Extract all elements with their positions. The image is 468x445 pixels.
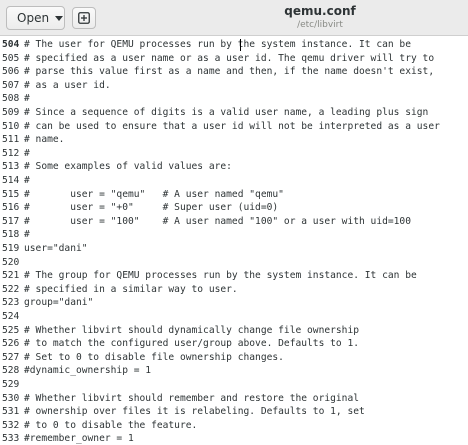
line-text: #: [24, 93, 30, 105]
line-number: 532: [2, 419, 20, 431]
plus-box-icon: [78, 12, 90, 24]
code-line[interactable]: 532 # to 0 to disable the feature.: [0, 419, 468, 433]
code-line[interactable]: 521 # The group for QEMU processes run by…: [0, 269, 468, 283]
code-line[interactable]: 533 #remember_owner = 1: [0, 432, 468, 445]
title-block: qemu.conf /etc/libvirt: [200, 4, 440, 31]
line-number: 528: [2, 365, 20, 377]
line-number: 505: [2, 52, 20, 64]
line-number: 524: [2, 311, 20, 322]
code-line[interactable]: 512 #: [0, 147, 468, 161]
code-line[interactable]: 523 group="dani": [0, 296, 468, 310]
line-number: 519: [2, 243, 20, 254]
chevron-down-icon: [55, 15, 64, 21]
line-text: # ownership over files it is relabeling.…: [24, 406, 365, 418]
line-number: 527: [2, 351, 20, 363]
code-line[interactable]: 526 # to match the configured user/group …: [0, 337, 468, 351]
line-text: #: [24, 147, 30, 159]
code-line[interactable]: 511 # name.: [0, 133, 468, 147]
code-line[interactable]: 529: [0, 378, 468, 392]
line-number: 520: [2, 256, 20, 268]
code-line[interactable]: 509 # Since a sequence of digits is a val…: [0, 106, 468, 120]
code-line[interactable]: 504 # The user for QEMU processes run by …: [0, 38, 468, 52]
line-text: #: [24, 229, 30, 241]
line-text: # parse this value first as a name and t…: [24, 66, 435, 78]
line-number: 508: [2, 93, 20, 105]
line-text: # name.: [24, 134, 65, 146]
line-text: # user = "+0" # Super user (uid=0): [24, 202, 279, 214]
header-bar: Open qemu.conf /etc/libvirt: [0, 0, 468, 36]
gedit-window: Open qemu.conf /etc/libvirt 504 # The use…: [0, 0, 468, 445]
line-number: 515: [2, 188, 20, 200]
code-line[interactable]: 508 #: [0, 92, 468, 106]
window-subtitle: /etc/libvirt: [297, 20, 343, 30]
line-text: # Whether libvirt should dynamically cha…: [24, 324, 360, 336]
line-number: 507: [2, 79, 20, 91]
line-number: 514: [2, 175, 20, 186]
line-number: 533: [2, 433, 20, 445]
code-line[interactable]: 522 # specified in a similar way to user.: [0, 283, 468, 297]
line-number: 523: [2, 297, 20, 309]
code-line[interactable]: 524: [0, 310, 468, 324]
code-line[interactable]: 516 # user = "+0" # Super user (uid=0): [0, 201, 468, 215]
line-text: # Some examples of valid values are:: [24, 161, 232, 173]
line-number: 518: [2, 229, 20, 241]
line-number: 529: [2, 379, 20, 390]
code-line[interactable]: 514 #: [0, 174, 468, 188]
code-line[interactable]: 527 # Set to 0 to disable file ownership …: [0, 351, 468, 365]
open-button-label: Open: [17, 11, 50, 25]
line-text: # specified as a user name or as a user …: [24, 52, 435, 64]
line-number: 526: [2, 338, 20, 350]
line-number: 516: [2, 202, 20, 214]
line-text: # The group for QEMU processes run by th…: [24, 270, 417, 282]
line-number: 525: [2, 324, 20, 336]
line-text: # Since a sequence of digits is a valid …: [24, 107, 429, 118]
open-button[interactable]: Open: [6, 6, 65, 30]
line-text: # The user for QEMU processes run by the…: [24, 39, 411, 50]
line-number: 513: [2, 161, 20, 173]
window-title: qemu.conf: [284, 4, 356, 18]
text-cursor: [240, 39, 241, 51]
line-text: group="dani": [24, 297, 94, 309]
line-number: 509: [2, 107, 20, 118]
code-line[interactable]: 519 user="dani": [0, 242, 468, 256]
code-line[interactable]: 515 # user = "qemu" # A user named "qemu": [0, 188, 468, 202]
line-number: 517: [2, 215, 20, 227]
line-text: # to match the configured user/group abo…: [24, 338, 360, 350]
line-text: # Whether libvirt should remember and re…: [24, 392, 360, 404]
line-text: # to 0 to disable the feature.: [24, 419, 198, 431]
line-number: 504: [2, 39, 20, 50]
line-text: user="dani": [24, 243, 88, 254]
line-text: # user = "qemu" # A user named "qemu": [24, 188, 284, 200]
line-number: 531: [2, 406, 20, 418]
line-number: 521: [2, 270, 20, 282]
line-text: # specified in a similar way to user.: [24, 283, 238, 295]
code-line[interactable]: 528 #dynamic_ownership = 1: [0, 364, 468, 378]
line-number: 506: [2, 66, 20, 78]
code-line[interactable]: 517 # user = "100" # A user named "100" o…: [0, 215, 468, 229]
line-text: #remember_owner = 1: [24, 433, 134, 445]
code-line[interactable]: 530 # Whether libvirt should remember and…: [0, 392, 468, 406]
code-line[interactable]: 505 # specified as a user name or as a us…: [0, 52, 468, 66]
code-line[interactable]: 520: [0, 256, 468, 270]
code-line[interactable]: 531 # ownership over files it is relabeli…: [0, 405, 468, 419]
line-number: 522: [2, 283, 20, 295]
code-line[interactable]: 507 # as a user id.: [0, 79, 468, 93]
new-document-button[interactable]: [72, 7, 96, 29]
line-text: # Set to 0 to disable file ownership cha…: [24, 351, 284, 363]
line-number: 512: [2, 147, 20, 159]
line-text: # as a user id.: [24, 79, 111, 91]
line-text: # can be used to ensure that a user id w…: [24, 120, 440, 132]
line-text: #: [24, 175, 30, 186]
code-line[interactable]: 513 # Some examples of valid values are:: [0, 160, 468, 174]
line-number: 510: [2, 120, 20, 132]
code-line[interactable]: 518 #: [0, 228, 468, 242]
text-editor[interactable]: 504 # The user for QEMU processes run by …: [0, 36, 468, 445]
line-number: 530: [2, 392, 20, 404]
code-line[interactable]: 510 # can be used to ensure that a user i…: [0, 120, 468, 134]
line-number: 511: [2, 134, 20, 146]
line-text: #dynamic_ownership = 1: [24, 365, 152, 377]
code-line[interactable]: 506 # parse this value first as a name an…: [0, 65, 468, 79]
line-text: # user = "100" # A user named "100" or a…: [24, 215, 411, 227]
code-line[interactable]: 525 # Whether libvirt should dynamically …: [0, 324, 468, 338]
